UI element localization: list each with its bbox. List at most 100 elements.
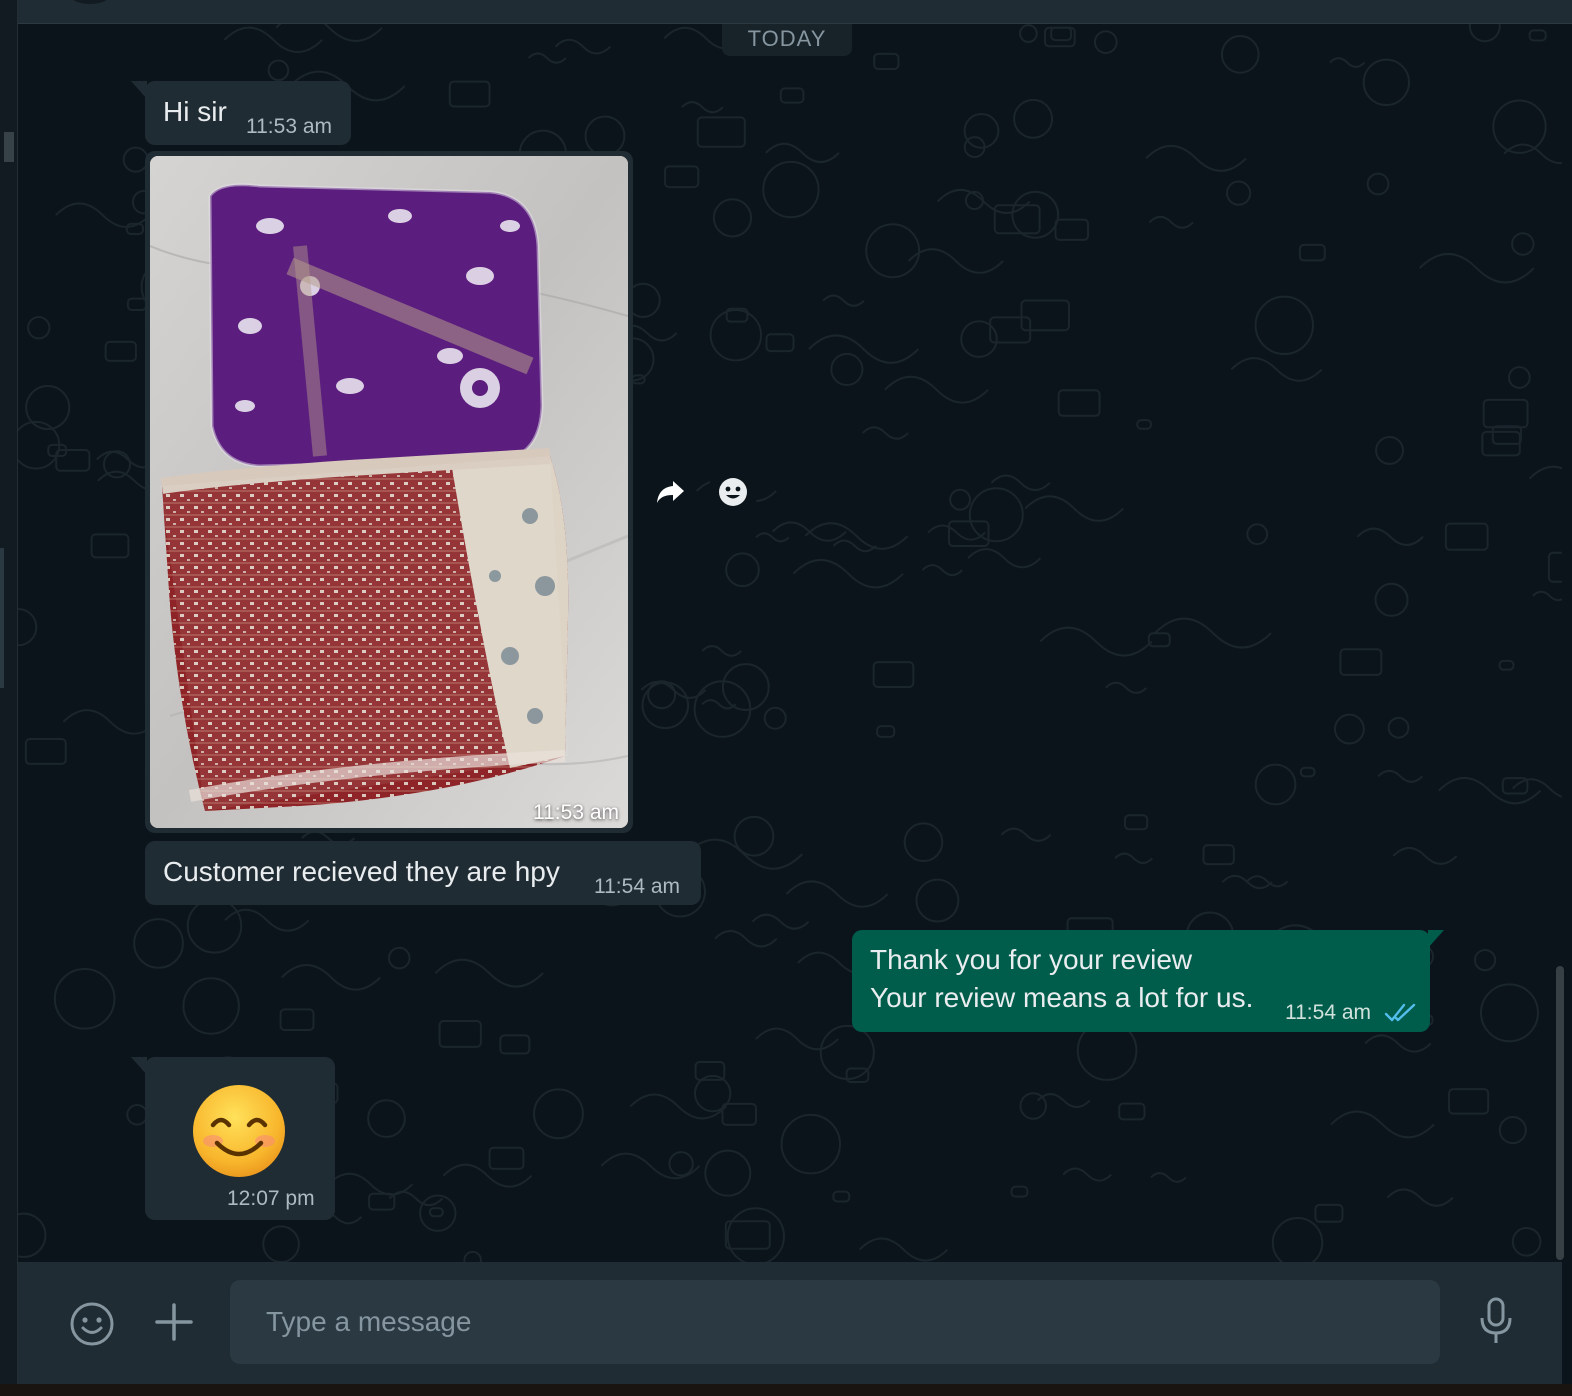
message-input[interactable] <box>230 1280 1440 1364</box>
wallpaper-doodle <box>709 308 762 362</box>
emoji-icon <box>70 1302 114 1346</box>
wallpaper-doodle <box>1039 626 1153 657</box>
wallpaper-doodle <box>721 663 770 711</box>
wallpaper-doodle <box>724 1220 771 1250</box>
wallpaper-doodle <box>949 488 972 511</box>
image-thumbnail[interactable] <box>150 156 628 828</box>
voice-message-button[interactable] <box>1476 1296 1516 1346</box>
wallpaper-doodle <box>1062 1167 1113 1182</box>
wallpaper-doodle <box>275 24 383 42</box>
wallpaper-doodle <box>223 26 323 53</box>
wallpaper-doodle <box>1020 299 1070 332</box>
date-separator: TODAY <box>722 24 852 56</box>
wallpaper-doodle <box>1057 389 1101 417</box>
wallpaper-doodle <box>763 706 787 730</box>
message-time: 12:07 pm <box>227 1187 315 1210</box>
emoji-button[interactable] <box>68 1300 116 1348</box>
wallpaper-doodle <box>1418 253 1535 284</box>
wallpaper-doodle <box>1511 778 1562 798</box>
incoming-image-message[interactable]: 11:53 am <box>145 151 633 833</box>
wallpaper-doodle <box>448 80 491 108</box>
wallpaper-doodle <box>55 448 91 472</box>
wallpaper-doodle <box>1482 398 1529 429</box>
message-text-line: Your review means a lot for us. <box>870 982 1254 1013</box>
attach-button[interactable] <box>152 1300 196 1344</box>
wallpaper-doodle <box>960 320 998 358</box>
wallpaper-doodle <box>1147 632 1171 648</box>
wallpaper-doodle <box>1480 983 1539 1043</box>
wallpaper-doodle <box>963 113 1000 149</box>
wallpaper-doodle <box>1019 24 1038 43</box>
wallpaper-doodle <box>1377 769 1424 783</box>
message-time: 11:53 am <box>246 115 332 138</box>
wallpaper-doodle <box>755 1027 839 1051</box>
smiling-face-emoji-icon <box>193 1085 285 1177</box>
wallpaper-doodle <box>279 1008 315 1032</box>
wallpaper-doodle <box>1230 357 1323 382</box>
incoming-message[interactable]: Customer recieved they are hpy 11:54 am <box>145 841 701 905</box>
wallpaper-doodle <box>1145 144 1247 172</box>
wallpaper-doodle <box>584 115 626 157</box>
wallpaper-doodle <box>1150 1172 1187 1183</box>
wallpaper-doodle <box>428 1207 444 1218</box>
wallpaper-doodle <box>434 958 544 988</box>
scrollbar[interactable] <box>1556 966 1564 1260</box>
incoming-message[interactable]: Hi sir 11:53 am <box>131 81 351 145</box>
wallpaper-doodle <box>1356 527 1424 546</box>
message-list[interactable]: TODAY Hi sir 11:53 am 11:53 am Customer … <box>18 24 1562 1262</box>
wallpaper-doodle <box>1491 425 1523 445</box>
wallpaper-doodle <box>281 964 382 991</box>
wallpaper-doodle <box>1298 243 1326 262</box>
wallpaper-doodle <box>1333 713 1365 745</box>
wallpaper-doodle <box>1093 30 1118 54</box>
wallpaper-doodle <box>1299 766 1316 778</box>
wallpaper-doodle <box>1105 681 1148 694</box>
message-text-line: Thank you for your review <box>870 944 1193 975</box>
plus-icon <box>155 1303 193 1341</box>
wallpaper-doodle <box>696 116 746 148</box>
wallpaper-doodle <box>1511 1226 1542 1257</box>
message-time: 11:53 am <box>533 801 619 824</box>
avatar[interactable] <box>70 0 110 4</box>
wallpaper-doodle <box>721 1102 757 1126</box>
wallpaper-doodle <box>1136 419 1153 430</box>
wallpaper-doodle <box>126 1103 148 1126</box>
wallpaper-doodle <box>845 1067 870 1084</box>
wallpaper-doodle <box>18 608 38 647</box>
wallpaper-doodle <box>765 333 795 353</box>
wallpaper-doodle <box>182 977 240 1035</box>
wallpaper-doodle <box>779 87 805 104</box>
incoming-emoji-message[interactable]: 12:07 pm <box>131 1057 335 1220</box>
wallpaper-doodle <box>664 165 700 189</box>
message-text: Customer recieved they are hpy <box>163 856 560 887</box>
wallpaper-doodle <box>725 552 760 588</box>
scroll-marker <box>0 548 4 688</box>
react-button[interactable] <box>708 467 758 517</box>
wallpaper-doodle <box>808 334 920 364</box>
wallpaper-doodle <box>1511 232 1535 256</box>
wallpaper-doodle <box>921 564 964 577</box>
wallpaper-doodle <box>1148 215 1194 229</box>
wallpaper-doodle <box>1374 582 1409 617</box>
wallpaper-doodle <box>533 1088 584 1140</box>
wallpaper-doodle <box>780 1113 842 1175</box>
wallpaper-doodle <box>907 248 1004 274</box>
wallpaper-doodle <box>1503 143 1562 165</box>
wallpaper-doodle <box>903 822 944 863</box>
wallpaper-doodle <box>1448 1088 1490 1115</box>
wallpaper-doodle <box>1254 295 1314 356</box>
wallpaper-doodle <box>1154 617 1272 649</box>
wallpaper-doodle <box>18 1212 47 1258</box>
wallpaper-doodle <box>419 1194 457 1232</box>
wallpaper-doodle <box>1364 1034 1432 1053</box>
forward-icon <box>657 481 684 503</box>
wallpaper-doodle <box>1498 659 1515 671</box>
wallpaper-doodle <box>1221 874 1273 890</box>
outgoing-message[interactable]: Thank you for your review Your review me… <box>852 930 1444 1032</box>
wallpaper-doodle <box>27 316 51 340</box>
wallpaper-doodle <box>1114 852 1154 864</box>
wallpaper-doodle <box>1387 716 1410 739</box>
wallpaper-doodle <box>53 968 116 1030</box>
wallpaper-doodle <box>1220 35 1260 74</box>
forward-button[interactable] <box>646 467 696 517</box>
